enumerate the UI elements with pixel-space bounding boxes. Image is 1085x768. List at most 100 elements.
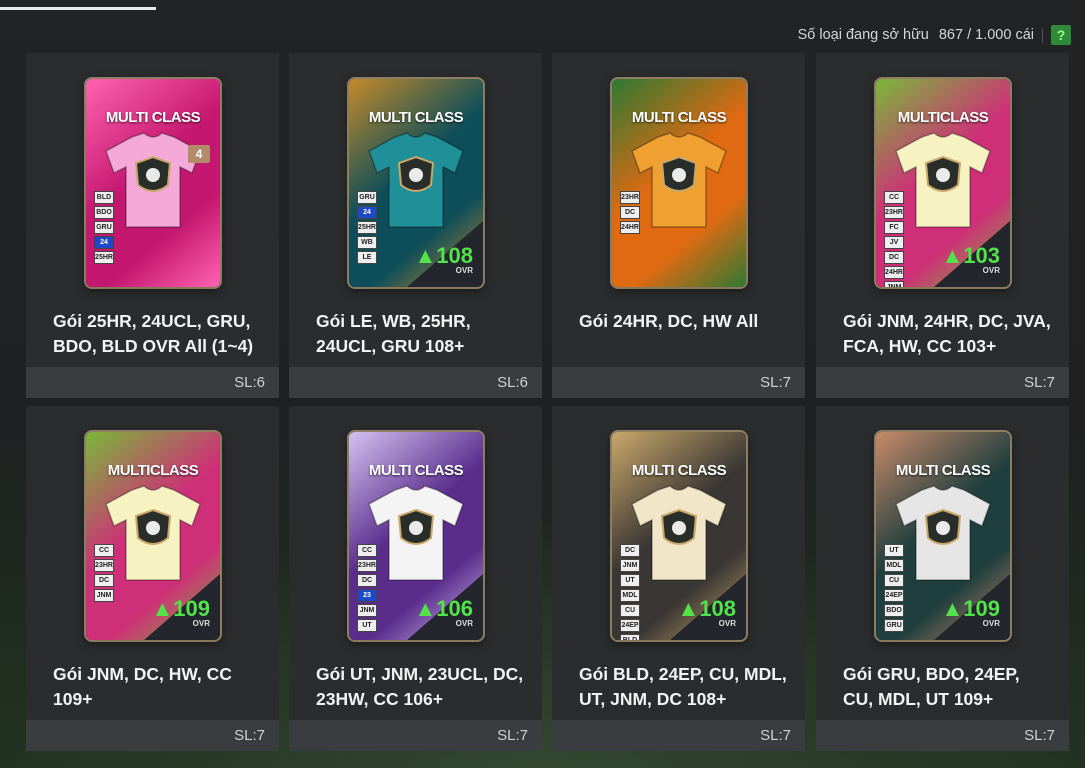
card-badge: JNM — [884, 281, 904, 287]
card-title: MULTICLASS — [897, 109, 989, 126]
ovr-rating: ▲108 OVR — [414, 243, 474, 276]
pack-tile[interactable]: MULTICLASS CC 23HR FC JV DC 24HR JNM ▲103OVR G… — [816, 53, 1069, 398]
card-badge: BDO — [884, 604, 904, 617]
card-badge: WB — [357, 236, 377, 249]
pack-art: MULTICLASS CC 23HR FC JV DC 24HR JNM ▲103OVR — [816, 53, 1069, 293]
card-title: MULTI CLASS — [368, 109, 464, 126]
card-badge: DC — [94, 574, 114, 587]
pack-art: MULTICLASS CC 23HR DC JNM ▲109 OVR — [26, 406, 279, 646]
pack-tile[interactable]: MULTICLASS CC 23HR DC JNM ▲109 OVR Gói JNM, … — [26, 406, 279, 751]
owned-value: 867 / 1.000 cái — [938, 27, 1034, 43]
pack-quantity: SL:7 — [760, 374, 791, 391]
active-tab-indicator — [0, 7, 156, 10]
pack-quantity: SL:7 — [760, 727, 791, 744]
owned-counter: Số loại đang sở hữu 867 / 1.000 cái ? — [798, 25, 1071, 45]
card-badge: CC — [94, 544, 114, 557]
pack-quantity: SL:6 — [497, 374, 528, 391]
pack-quantity: SL:7 — [234, 727, 265, 744]
up-arrow-icon: ▲ — [677, 596, 700, 621]
divider — [1042, 27, 1043, 43]
card-badge: UT — [884, 544, 904, 557]
card-badge: 24HR — [620, 221, 640, 234]
card-badge: DC — [357, 574, 377, 587]
card-badge: BLD — [620, 634, 640, 640]
card-badge: FC — [884, 221, 904, 234]
card-badge: JNM — [94, 589, 114, 602]
card-badge: GRU — [94, 221, 114, 234]
card-badge: JV — [884, 236, 904, 249]
card-badge: CC — [357, 544, 377, 557]
card-badge: UT — [620, 574, 640, 587]
pack-tile[interactable]: MULTI CLASS DCJNMUTMDLCU24EPBLD ▲108OVR … — [552, 406, 805, 751]
pack-card: MULTICLASS CC 23HR FC JV DC 24HR JNM ▲103OVR — [876, 79, 1010, 287]
pack-name: Gói LE, WB, 25HR, 24UCL, GRU 108+ — [316, 311, 471, 356]
card-badge: 23HR — [357, 559, 377, 572]
card-badge: 25HR — [94, 251, 114, 264]
card-title: MULTI CLASS — [895, 462, 991, 479]
pack-card: MULTI CLASS CC 23HR DC 23 JNM UT ▲106 OVR — [349, 432, 483, 640]
card-badge: DC — [620, 206, 640, 219]
card-badges: CC 23HR FC JV DC 24HR JNM — [884, 191, 904, 287]
pack-quantity: SL:6 — [234, 374, 265, 391]
card-badges: 23HR DC 24HR — [620, 191, 640, 234]
card-badge: CU — [884, 574, 904, 587]
card-badge: GRU — [884, 619, 904, 632]
card-badges: BLD BDO GRU 24 25HR — [94, 191, 114, 264]
card-badges: CC 23HR DC JNM — [94, 544, 114, 602]
jersey-icon — [895, 485, 991, 581]
pack-tile[interactable]: MULTI CLASS 23HR DC 24HR Gói 24HR, DC, HW … — [552, 53, 805, 398]
pack-name: Gói 25HR, 24UCL, GRU, BDO, BLD OVR All (… — [53, 311, 254, 356]
card-badge: JNM — [357, 604, 377, 617]
pack-art: MULTI CLASS DC JNM UT MDL CU 24EP BLD ▲108OVR — [552, 406, 805, 646]
card-badges: CC 23HR DC 23 JNM UT — [357, 544, 377, 632]
card-badges: DC JNM UT MDL CU 24EP BLD — [620, 544, 640, 640]
up-arrow-icon: ▲ — [414, 243, 437, 268]
pack-quantity: SL:7 — [1024, 374, 1055, 391]
ovr-rating: ▲109 OVR — [941, 596, 1001, 629]
card-badge: MDL — [884, 559, 904, 572]
pack-tile[interactable]: MULTI CLASS CC 23HR DC 23 JNM UT ▲106 OVR Gói … — [289, 406, 542, 751]
pack-name: Gói JNM, DC, HW, CC 109+ — [53, 664, 232, 709]
card-badge: GRU — [357, 191, 377, 204]
pack-quantity: SL:7 — [1024, 727, 1055, 744]
up-arrow-icon: ▲ — [414, 596, 437, 621]
ovr-value: 108 — [436, 243, 473, 268]
pack-card: MULTI CLASS UT MDL CU 24EP BDO GRU ▲109 OVR — [876, 432, 1010, 640]
pack-tile[interactable]: MULTI CLASS GRU 24 25HR WB LE ▲108 OVR Gói LE… — [289, 53, 542, 398]
pack-card: MULTICLASS CC 23HR DC JNM ▲109 OVR — [86, 432, 220, 640]
card-badge: BDO — [94, 206, 114, 219]
card-badge: BLD — [94, 191, 114, 204]
pack-card: MULTI CLASS 4 BLD BDO GRU 24 25HR — [86, 79, 220, 287]
card-title: MULTI CLASS — [631, 109, 727, 126]
pack-name: Gói GRU, BDO, 24EP, CU, MDL, UT 109+ — [843, 664, 1020, 709]
ovr-value: 109 — [173, 596, 210, 621]
card-badge: CU — [620, 604, 640, 617]
card-title: MULTICLASS — [107, 462, 199, 479]
pack-name: Gói UT, JNM, 23UCL, DC, 23HW, CC 106+ — [316, 664, 524, 709]
pack-name: Gói JNM, 24HR, DC, JVA, FCA, HW, CC 103+ — [843, 311, 1051, 356]
pack-art: MULTI CLASS 4 BLD BDO GRU 24 25HR — [26, 53, 279, 293]
pack-count-badge: 4 — [188, 145, 210, 163]
card-badges: UT MDL CU 24EP BDO GRU — [884, 544, 904, 632]
pack-art: MULTI CLASS 23HR DC 24HR — [552, 53, 805, 293]
help-button[interactable]: ? — [1051, 25, 1071, 45]
up-arrow-icon: ▲ — [941, 596, 964, 621]
jersey-icon — [895, 132, 991, 228]
up-arrow-icon: ▲ — [941, 243, 964, 268]
pack-tile[interactable]: MULTI CLASS 4 BLD BDO GRU 24 25HR Gói 25HR, … — [26, 53, 279, 398]
pack-art: MULTI CLASS CC 23HR DC 23 JNM UT ▲106 OVR — [289, 406, 542, 646]
card-badge: 25HR — [357, 221, 377, 234]
jersey-icon — [631, 132, 727, 228]
card-badge: LE — [357, 251, 377, 264]
card-badge: 24HR — [884, 266, 904, 279]
card-badge: 23HR — [884, 206, 904, 219]
pack-tile[interactable]: MULTI CLASS UT MDL CU 24EP BDO GRU ▲109 OVR Gó… — [816, 406, 1069, 751]
ovr-value: 103 — [963, 243, 1000, 268]
ovr-rating: ▲109 OVR — [152, 596, 211, 629]
card-badge: DC — [620, 544, 640, 557]
pack-card: MULTI CLASS DC JNM UT MDL CU 24EP BLD ▲108OVR — [612, 432, 746, 640]
ovr-value: 108 — [699, 596, 736, 621]
card-badge: 24EP — [884, 589, 904, 602]
card-badge: 24 — [357, 206, 377, 219]
owned-label: Số loại đang sở hữu — [797, 27, 929, 43]
